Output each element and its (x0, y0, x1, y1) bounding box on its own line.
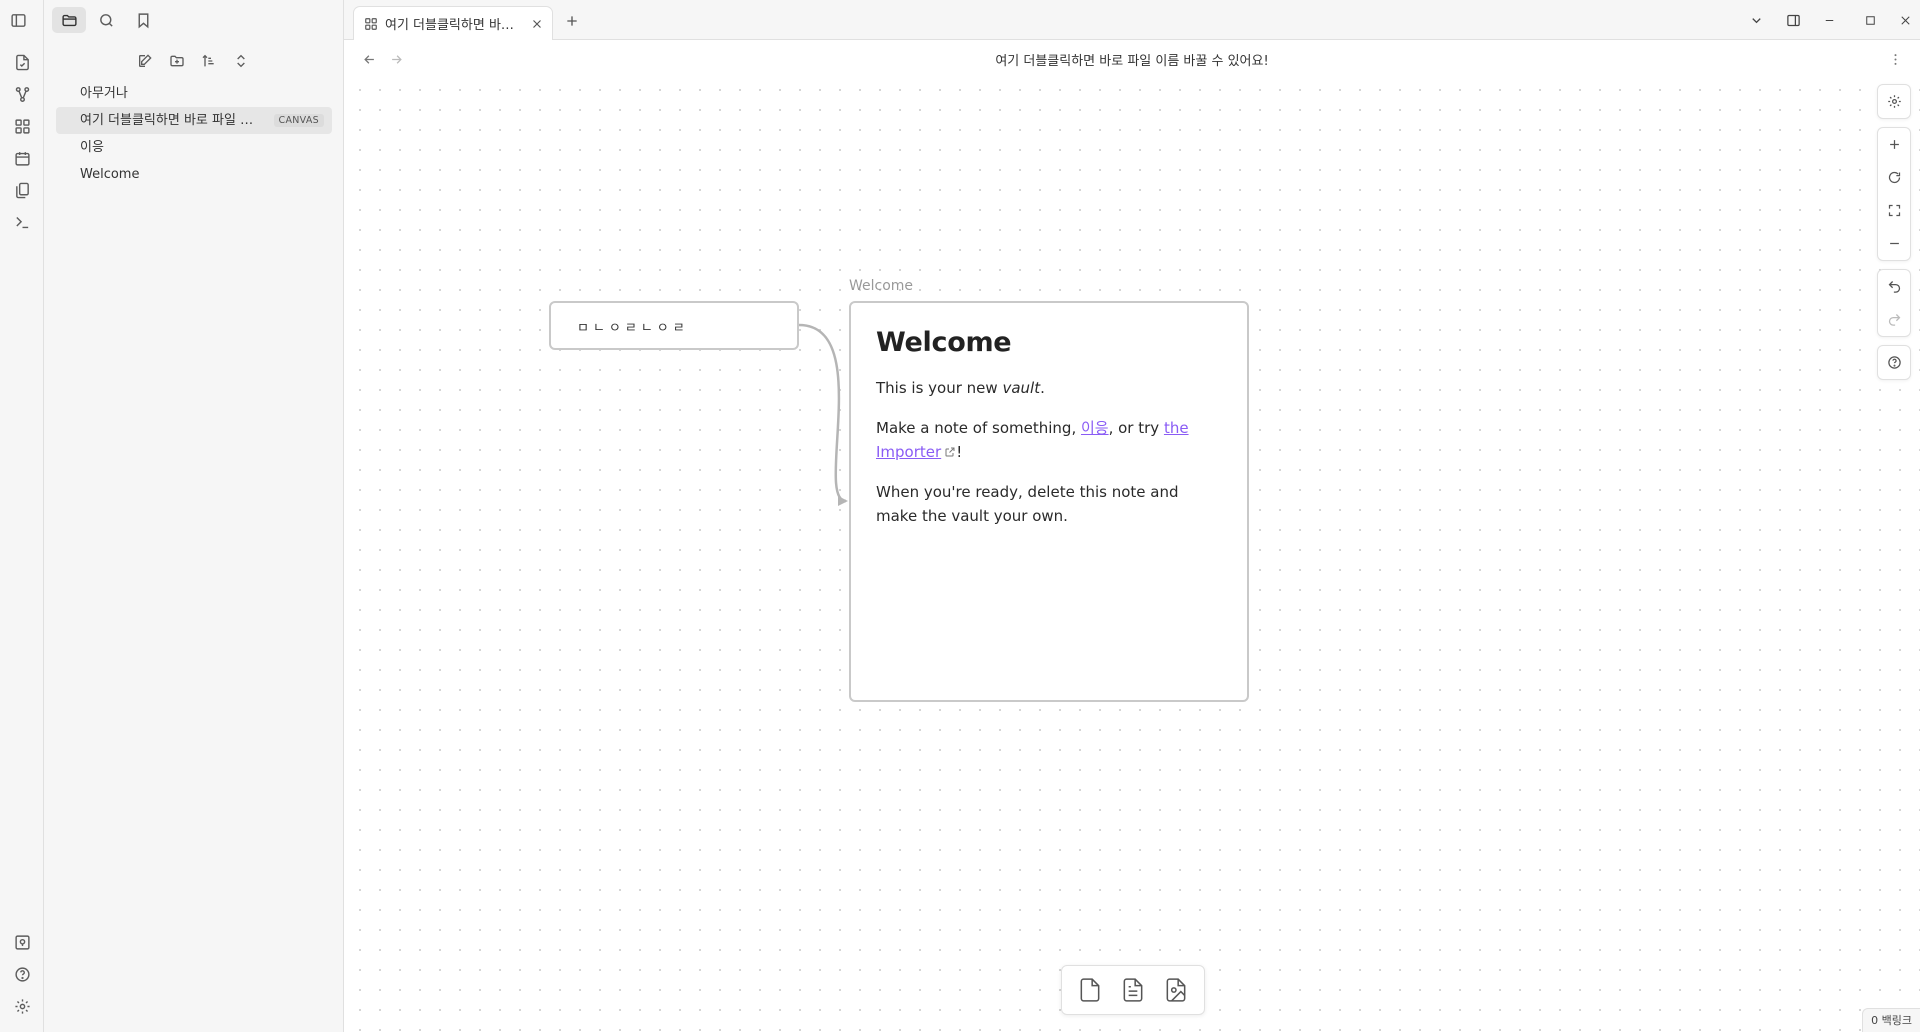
file-item-active-canvas[interactable]: 여기 더블클릭하면 바로 파일 이름 바꿀 수 있어요! CANVAS (56, 107, 332, 134)
main-workspace: 여기 더블클릭하면 바로 파일 이름 바꿀 수 있어요! 여기 더블클릭하면 바 (344, 0, 1920, 1032)
maximize-corners-icon (1888, 204, 1900, 217)
minimize-icon (1825, 19, 1833, 21)
note-paragraph-3: When you're ready, delete this note and … (876, 483, 1179, 525)
file-item-welcome[interactable]: Welcome (56, 161, 332, 188)
sidebar-header (10, 0, 344, 40)
zoom-out-button[interactable] (1878, 227, 1910, 260)
file-type-badge: CANVAS (273, 114, 324, 127)
maximize-icon (1865, 15, 1875, 25)
chevron-down-icon (1751, 17, 1761, 23)
file-item-amugeona[interactable]: 아무거나 (56, 80, 332, 107)
file-item-label: 이응 (80, 140, 104, 155)
file-explorer-actions (44, 48, 344, 74)
calendar-icon[interactable] (10, 146, 34, 170)
file-explorer-sidebar: 아무거나 여기 더블클릭하면 바로 파일 이름 바꿀 수 있어요! CANVAS… (10, 0, 344, 1032)
zoom-to-fit-button[interactable] (1878, 194, 1910, 227)
more-options[interactable] (1884, 48, 1906, 70)
new-note-icon[interactable] (132, 48, 158, 74)
sidebar-right-icon (1786, 14, 1800, 26)
search-icon[interactable] (89, 7, 123, 33)
blank-card-icon (1080, 978, 1100, 1002)
file-explorer-folder-icon[interactable] (52, 7, 86, 33)
canvas-icon (365, 17, 377, 30)
note-file-icon (1123, 978, 1143, 1002)
tab-list-dropdown[interactable] (1741, 8, 1771, 32)
note-paragraph-1: This is your new vault. (876, 376, 1223, 400)
add-card-button[interactable] (1072, 972, 1108, 1008)
text: This is your new (876, 379, 1003, 397)
minus-icon (1889, 242, 1899, 245)
new-folder-icon[interactable] (164, 48, 190, 74)
help-icon (1887, 356, 1901, 369)
canvas-controls (1877, 84, 1911, 388)
window-minimize[interactable] (1814, 8, 1844, 32)
text: . (1040, 379, 1045, 397)
redo-button[interactable] (1878, 303, 1910, 336)
tab-bar: 여기 더블클릭하면 바로 파일 이름 바꿀 수 있어요! (344, 0, 1920, 40)
external-link-icon (945, 447, 955, 457)
text: Make a note of something, (876, 419, 1081, 437)
canvas-help-button[interactable] (1878, 346, 1910, 379)
canvas-icon[interactable] (10, 114, 34, 138)
close-icon[interactable] (530, 17, 544, 31)
open-quick-switcher-icon[interactable] (10, 50, 34, 74)
note-heading: Welcome (876, 327, 1012, 358)
close-icon (1900, 15, 1910, 25)
undo-icon (1888, 281, 1900, 293)
canvas-card-toolbar (1061, 965, 1205, 1015)
rotate-cw-icon (1888, 171, 1900, 184)
view-header: 여기 더블클릭하면 바로 파일 이름 바꿀 수 있어요! (344, 40, 1920, 76)
graph-view-icon[interactable] (10, 82, 34, 106)
canvas-text-node[interactable]: ㅁㄴㅇㄹㄴㅇㄹ (549, 301, 799, 350)
tab-label: 여기 더블클릭하면 바로 파일 이름 바꿀 수 있어요! (385, 18, 525, 33)
plus-icon (1889, 140, 1899, 149)
note-paragraph-2: Make a note of something, 이응, or try the… (876, 416, 1223, 464)
canvas-board[interactable]: ㅁㄴㅇㄹㄴㅇㄹ Welcome Welcome This is your new… (344, 76, 1920, 1032)
settings-gear-icon[interactable] (10, 994, 34, 1018)
toggle-right-sidebar[interactable] (1778, 8, 1808, 32)
image-file-icon (1166, 978, 1186, 1002)
view-title[interactable]: 여기 더블클릭하면 바로 파일 이름 바꿀 수 있어요! (344, 50, 1920, 69)
file-item-label: Welcome (80, 167, 140, 182)
plus-icon (567, 16, 577, 26)
file-item-ieung[interactable]: 이응 (56, 134, 332, 161)
bookmark-icon[interactable] (126, 7, 160, 33)
file-node-label[interactable]: Welcome (849, 278, 913, 294)
terminal-icon[interactable] (10, 210, 34, 234)
file-item-label: 아무거나 (80, 86, 128, 101)
zoom-in-button[interactable] (1878, 128, 1910, 161)
file-item-label: 여기 더블클릭하면 바로 파일 이름 바꿀 수 있어요! (80, 113, 260, 128)
text: , or try (1108, 419, 1164, 437)
text-node-content: ㅁㄴㅇㄹㄴㅇㄹ (577, 321, 689, 336)
window-maximize[interactable] (1855, 8, 1885, 32)
undo-button[interactable] (1878, 270, 1910, 303)
left-ribbon (0, 0, 44, 1032)
add-note-button[interactable] (1115, 972, 1151, 1008)
new-tab-button[interactable] (561, 10, 583, 32)
window-close[interactable] (1890, 8, 1920, 32)
add-media-button[interactable] (1158, 972, 1194, 1008)
settings-gear-icon (1887, 95, 1901, 108)
canvas-file-node-welcome[interactable]: Welcome This is your new vault. Make a n… (849, 301, 1249, 702)
canvas-settings-button[interactable] (1878, 85, 1910, 118)
file-list: 아무거나 여기 더블클릭하면 바로 파일 이름 바꿀 수 있어요! CANVAS… (56, 80, 332, 188)
text: ! (956, 443, 963, 461)
templates-icon[interactable] (10, 178, 34, 202)
expand-collapse-icon[interactable] (228, 48, 254, 74)
reset-zoom-button[interactable] (1878, 161, 1910, 194)
toggle-sidebar-icon[interactable] (5, 7, 31, 33)
help-icon[interactable] (10, 962, 34, 986)
sort-order-icon[interactable] (196, 48, 222, 74)
text-emphasis: vault (1002, 379, 1041, 397)
redo-icon (1888, 314, 1900, 326)
more-vertical-icon (1894, 53, 1896, 65)
internal-link-ieung[interactable]: 이응 (1081, 419, 1109, 437)
vault-switcher-icon[interactable] (10, 930, 34, 954)
status-bar-backlinks[interactable]: 0 백링크 (1862, 1008, 1920, 1032)
tab-canvas[interactable]: 여기 더블클릭하면 바로 파일 이름 바꿀 수 있어요! (353, 6, 553, 40)
